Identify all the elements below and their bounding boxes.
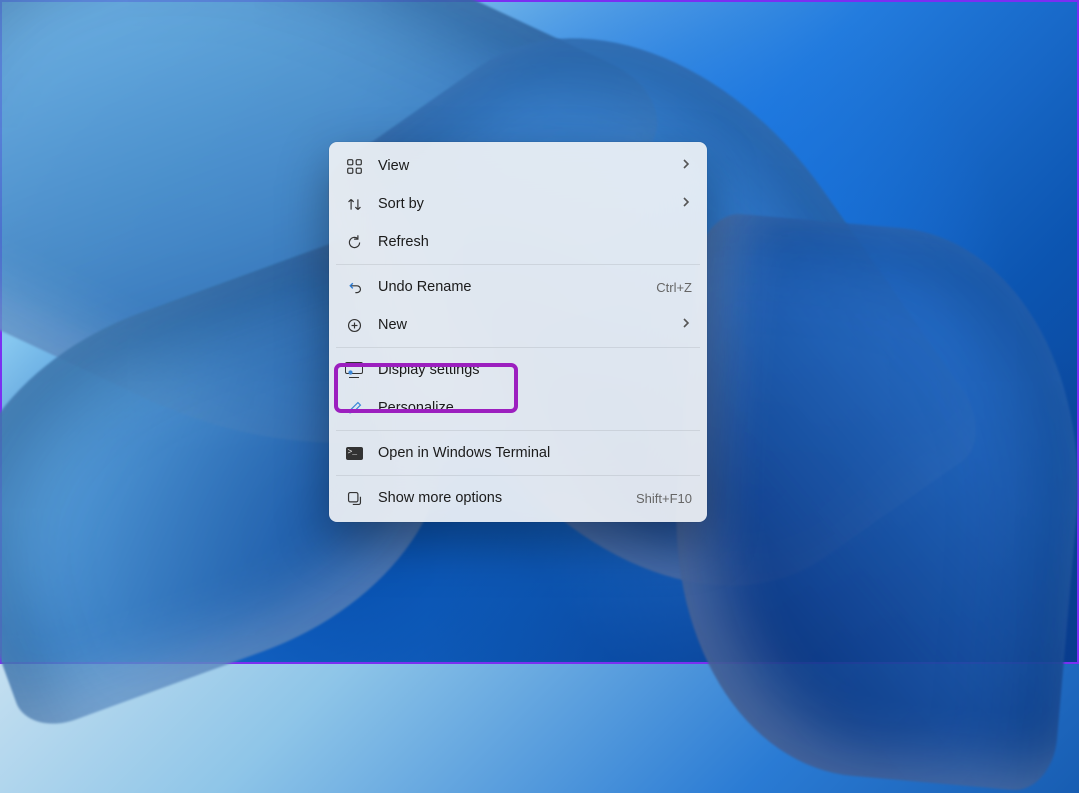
menu-item-sort-by[interactable]: Sort by <box>334 185 702 223</box>
menu-shortcut: Ctrl+Z <box>656 280 692 295</box>
menu-item-open-terminal[interactable]: Open in Windows Terminal <box>334 434 702 472</box>
menu-label: View <box>378 158 680 174</box>
chevron-right-icon <box>680 317 692 333</box>
menu-item-refresh[interactable]: Refresh <box>334 223 702 261</box>
terminal-icon <box>344 443 364 463</box>
menu-label: New <box>378 317 680 333</box>
menu-item-new[interactable]: New <box>334 306 702 344</box>
paintbrush-icon <box>344 398 364 418</box>
sort-arrows-icon <box>344 194 364 214</box>
menu-label: Open in Windows Terminal <box>378 445 692 461</box>
display-settings-icon <box>344 360 364 380</box>
menu-label: Personalize <box>378 400 692 416</box>
show-more-icon <box>344 488 364 508</box>
undo-icon <box>344 277 364 297</box>
menu-divider <box>336 430 700 431</box>
menu-item-view[interactable]: View <box>334 147 702 185</box>
desktop-context-menu: View Sort by Refresh Undo Rename Ctrl+Z … <box>329 142 707 522</box>
menu-label: Undo Rename <box>378 279 656 295</box>
menu-label: Refresh <box>378 234 692 250</box>
menu-item-personalize[interactable]: Personalize <box>334 389 702 427</box>
menu-label: Sort by <box>378 196 680 212</box>
grid-icon <box>344 156 364 176</box>
menu-divider <box>336 347 700 348</box>
menu-item-undo-rename[interactable]: Undo Rename Ctrl+Z <box>334 268 702 306</box>
menu-shortcut: Shift+F10 <box>636 491 692 506</box>
menu-item-show-more-options[interactable]: Show more options Shift+F10 <box>334 479 702 517</box>
chevron-right-icon <box>680 196 692 212</box>
menu-label: Show more options <box>378 490 636 506</box>
menu-label: Display settings <box>378 362 692 378</box>
menu-item-display-settings[interactable]: Display settings <box>334 351 702 389</box>
chevron-right-icon <box>680 158 692 174</box>
menu-divider <box>336 264 700 265</box>
menu-divider <box>336 475 700 476</box>
refresh-icon <box>344 232 364 252</box>
plus-circle-icon <box>344 315 364 335</box>
